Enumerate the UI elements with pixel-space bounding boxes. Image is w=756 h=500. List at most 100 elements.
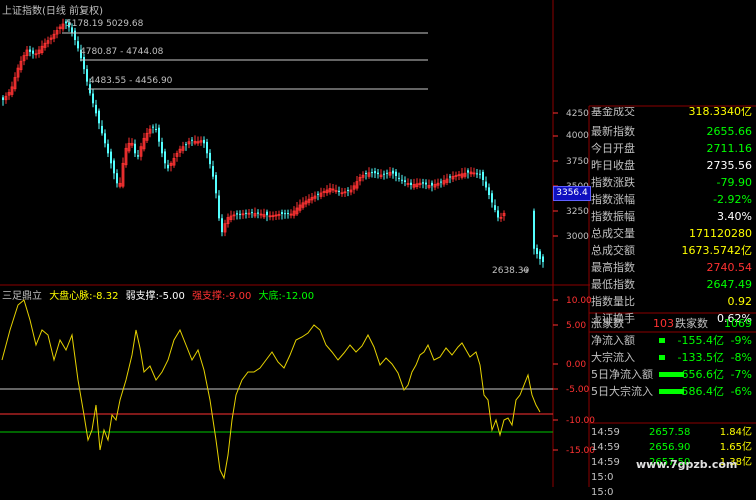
candle-body <box>404 180 406 182</box>
quote-label: 总成交量 <box>591 227 635 240</box>
candle-body <box>92 93 94 104</box>
indicator-header: 三足鼎立 大盘心脉:-8.32 弱支撑:-5.00 强支撑:-9.00 大底:-… <box>2 287 318 302</box>
candle-body <box>245 212 247 214</box>
quote-value: 2740.54 <box>706 261 753 274</box>
candle-body <box>494 205 496 210</box>
candle-body <box>221 218 223 233</box>
tick-row: 15:0 <box>591 485 754 500</box>
flow-row: 5日净流入额 -656.6亿 -7% <box>591 366 754 383</box>
tick-volume: 1.84亿 <box>719 427 752 438</box>
candle-body <box>203 139 205 144</box>
quote-label: 指数涨跌 <box>591 176 635 189</box>
candle-body <box>167 164 169 169</box>
flow-pct: -8% <box>730 351 752 364</box>
candle-body <box>215 175 217 194</box>
candle-body <box>410 182 412 185</box>
flow-pct: -7% <box>730 368 752 381</box>
candle-body <box>32 50 34 54</box>
candle-body <box>107 143 109 154</box>
candle-body <box>191 139 193 141</box>
candle-body <box>161 141 163 154</box>
quote-value: 3.40% <box>717 210 752 223</box>
candle-body <box>158 127 160 142</box>
quote-label: 指数振幅 <box>591 210 635 223</box>
current-price-label: 3356.4 <box>553 186 591 201</box>
candle-body <box>236 213 238 215</box>
candle-body <box>476 173 478 175</box>
quote-value: 2735.56 <box>706 159 753 172</box>
candle-body <box>374 171 376 174</box>
quote-label: 指数量比 <box>591 295 635 308</box>
price-axis-tick: 4000 <box>566 131 589 141</box>
flow-row: 5日大宗流入 -586.4亿 -6% <box>591 383 754 400</box>
quote-value: -2.92% <box>713 193 752 206</box>
candle-body <box>284 213 286 215</box>
candle-body <box>281 212 283 214</box>
price-annotation: 4483.55 - 4456.90 <box>89 76 173 86</box>
candle-body <box>251 212 253 214</box>
flow-value: -656.6亿 <box>677 368 724 381</box>
indicator-item: 大底:-12.00 <box>258 291 315 302</box>
flow-bar <box>659 355 665 360</box>
quote-row: 总成交量 171120280 <box>591 225 754 242</box>
flow-pct: -9% <box>730 334 752 347</box>
candle-body <box>185 144 187 146</box>
quote-value: 2655.66 <box>706 125 753 138</box>
candle-body <box>401 179 403 181</box>
candle-body <box>206 141 208 154</box>
candle-body <box>536 248 538 254</box>
flow-label: 5日大宗流入 <box>591 385 653 398</box>
quote-row: 最高指数 2740.54 <box>591 259 754 276</box>
quote-value: -79.90 <box>716 176 752 189</box>
candle-body <box>395 171 397 176</box>
candle-body <box>479 173 481 175</box>
quote-label: 最高指数 <box>591 261 635 274</box>
indicator-axis-tick: -5.00 <box>566 385 590 395</box>
quote-value: 2711.16 <box>706 142 753 155</box>
candle-body <box>488 187 490 195</box>
quote-row: 总成交额 1673.5742亿 <box>591 242 754 259</box>
tick-time: 14:59 <box>591 442 620 453</box>
tick-row: 14:59 2657.58 1.84亿 <box>591 425 754 440</box>
flow-value: -155.4亿 <box>677 334 724 347</box>
candle-body <box>74 30 76 40</box>
candle-body <box>392 170 394 174</box>
price-axis-tick: 4250 <box>566 109 589 119</box>
market-breadth: 涨家数 103 跌家数 1069 <box>591 317 752 330</box>
tick-price: 2657.58 <box>649 427 691 438</box>
candle-body <box>164 151 166 164</box>
flow-row: 净流入额 -155.4亿 -9% <box>591 332 754 349</box>
quote-value: 2647.49 <box>706 278 753 291</box>
candle-body <box>383 173 385 175</box>
chart-title: 上证指数(日线 前复权) <box>2 6 103 17</box>
flow-label: 净流入额 <box>591 334 635 347</box>
candle-body <box>218 195 220 219</box>
candle-body <box>398 177 400 179</box>
quote-label: 指数涨幅 <box>591 193 635 206</box>
price-annotation: 4780.87 - 4744.08 <box>80 47 164 57</box>
arrow-right-icon: → <box>521 266 529 276</box>
price-axis-tick: 3750 <box>566 157 589 167</box>
candle-body <box>95 104 97 114</box>
price-axis-tick: 3250 <box>566 207 589 217</box>
indicator-name: 三足鼎立 <box>2 291 42 302</box>
candle-body <box>134 143 136 154</box>
price-axis-tick: 3000 <box>566 232 589 242</box>
price-annotation: 5178.19 5029.68 <box>66 19 144 29</box>
candle-body <box>86 69 88 82</box>
indicator-axis-tick: 0.00 <box>566 360 587 370</box>
candle-body <box>209 152 211 165</box>
candle-body <box>431 182 433 186</box>
candle-body <box>338 190 340 192</box>
candle-body <box>422 182 424 184</box>
candle-body <box>497 210 499 218</box>
candle-body <box>539 251 541 259</box>
quote-label: 今日开盘 <box>591 142 635 155</box>
candle-body <box>152 126 154 128</box>
quote-row: 指数涨幅 -2.92% <box>591 191 754 208</box>
flow-bar <box>659 338 665 343</box>
candle-body <box>257 212 259 214</box>
tick-price: 2656.90 <box>649 442 691 453</box>
candle-body <box>2 97 4 100</box>
quote-label: 总成交额 <box>591 244 635 257</box>
